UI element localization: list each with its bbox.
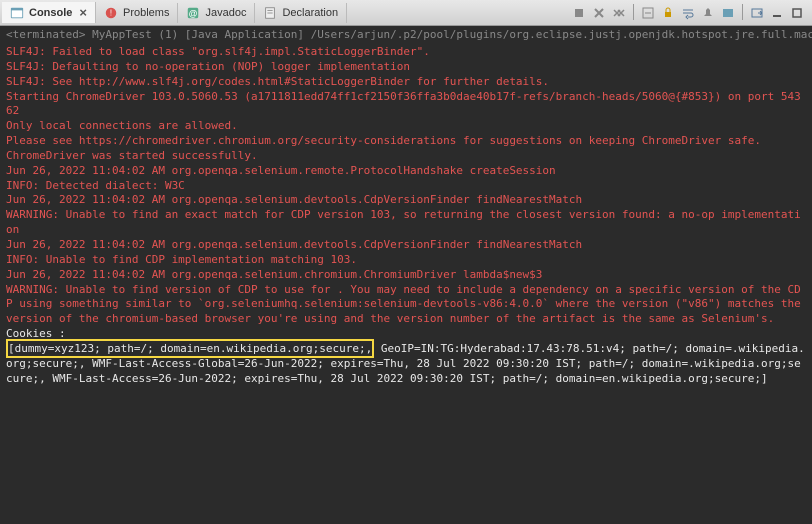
tab-label: Javadoc — [205, 7, 246, 19]
highlighted-cookie: [dummy=xyz123; path=/; domain=en.wikiped… — [6, 339, 374, 358]
tab-label: Problems — [123, 7, 169, 19]
view-tabs: Console × ! Problems @ Javadoc Declarati… — [0, 0, 812, 26]
remove-launch-button[interactable] — [590, 4, 608, 22]
console-line: Jun 26, 2022 11:04:02 AM org.openqa.sele… — [6, 238, 806, 253]
toolbar-divider — [633, 4, 634, 20]
scroll-lock-button[interactable] — [659, 4, 677, 22]
minimize-button[interactable] — [768, 4, 786, 22]
toolbar-divider — [742, 4, 743, 20]
console-line: [dummy=xyz123; path=/; domain=en.wikiped… — [6, 342, 806, 387]
console-line: INFO: Unable to find CDP implementation … — [6, 253, 806, 268]
console-line: Jun 26, 2022 11:04:02 AM org.openqa.sele… — [6, 268, 806, 283]
console-line: INFO: Detected dialect: W3C — [6, 179, 806, 194]
problems-icon: ! — [104, 6, 118, 20]
clear-console-button[interactable] — [639, 4, 657, 22]
console-line: Please see https://chromedriver.chromium… — [6, 134, 806, 149]
terminate-button[interactable] — [570, 4, 588, 22]
console-line: WARNING: Unable to find an exact match f… — [6, 208, 806, 238]
console-line: SLF4J: Defaulting to no-operation (NOP) … — [6, 60, 806, 75]
remove-all-button[interactable] — [610, 4, 628, 22]
tab-console[interactable]: Console × — [2, 2, 96, 23]
declaration-icon — [263, 6, 277, 20]
console-line: Jun 26, 2022 11:04:02 AM org.openqa.sele… — [6, 164, 806, 179]
pin-console-button[interactable] — [699, 4, 717, 22]
javadoc-icon: @ — [186, 6, 200, 20]
word-wrap-button[interactable] — [679, 4, 697, 22]
launch-status: <terminated> MyAppTest (1) [Java Applica… — [0, 26, 812, 43]
console-line: ChromeDriver was started successfully. — [6, 149, 806, 164]
tab-label: Console — [29, 7, 72, 19]
console-line: WARNING: Unable to find version of CDP t… — [6, 283, 806, 328]
console-output[interactable]: SLF4J: Failed to load class "org.slf4j.i… — [0, 43, 812, 388]
close-icon[interactable]: × — [79, 5, 87, 20]
tab-problems[interactable]: ! Problems — [96, 3, 178, 23]
open-console-button[interactable] — [748, 4, 766, 22]
tab-javadoc[interactable]: @ Javadoc — [178, 3, 255, 23]
console-line: Only local connections are allowed. — [6, 119, 806, 134]
console-line: SLF4J: See http://www.slf4j.org/codes.ht… — [6, 75, 806, 90]
console-line: Jun 26, 2022 11:04:02 AM org.openqa.sele… — [6, 193, 806, 208]
svg-text:!: ! — [110, 8, 112, 17]
tab-label: Declaration — [282, 7, 338, 19]
svg-text:@: @ — [189, 8, 198, 18]
console-toolbar — [570, 4, 810, 22]
console-line: SLF4J: Failed to load class "org.slf4j.i… — [6, 45, 806, 60]
console-line: Starting ChromeDriver 103.0.5060.53 (a17… — [6, 90, 806, 120]
display-console-button[interactable] — [719, 4, 737, 22]
console-icon — [10, 6, 24, 20]
tab-declaration[interactable]: Declaration — [255, 3, 347, 23]
maximize-button[interactable] — [788, 4, 806, 22]
